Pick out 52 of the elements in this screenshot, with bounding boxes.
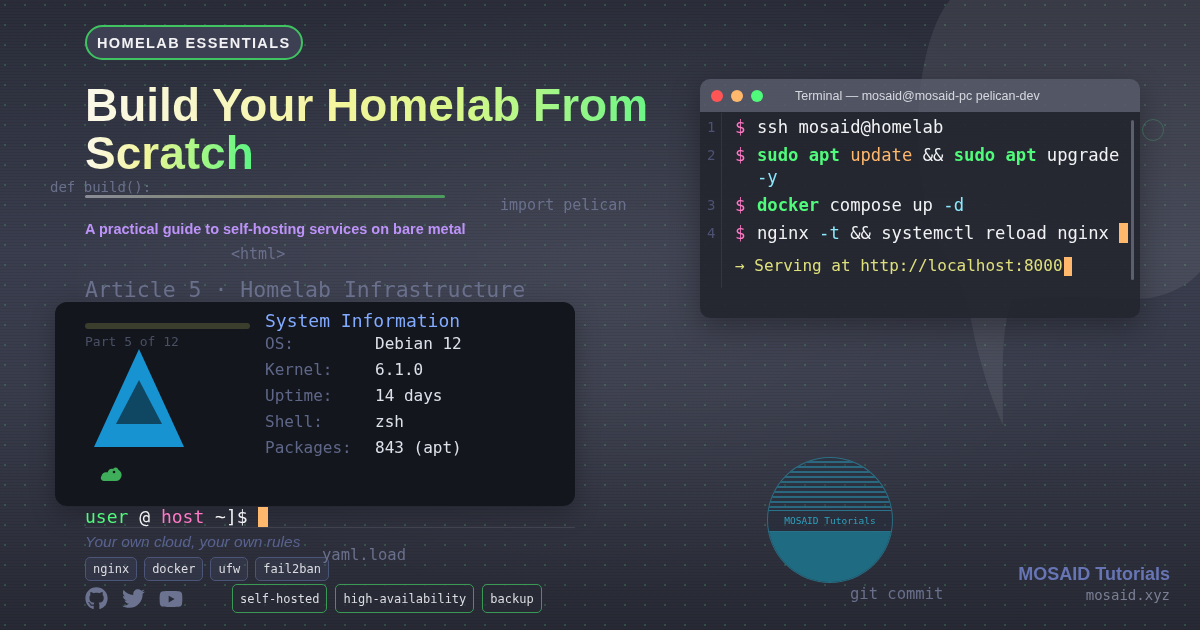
info-value: 6.1.0 bbox=[375, 359, 424, 381]
line-number: 4 bbox=[707, 225, 716, 241]
topic-tag: self-hosted bbox=[232, 584, 328, 613]
command-text: docker compose up -d bbox=[757, 195, 964, 215]
minimize-dot-icon[interactable] bbox=[731, 89, 743, 102]
faded-part-label: Part 5 of 12 bbox=[85, 334, 179, 349]
command-text: nginx -t && systemctl reload nginx bbox=[757, 223, 1109, 243]
cloud-icon bbox=[100, 465, 122, 481]
tagline: Your own cloud, your own rules bbox=[85, 533, 301, 551]
faded-article-title: Article 5 · Homelab Infrastructure bbox=[85, 278, 526, 302]
info-label: Packages: bbox=[265, 437, 352, 459]
scrollbar[interactable] bbox=[1131, 120, 1134, 280]
info-title: System Information bbox=[265, 311, 461, 331]
faded-code-text: def build(): bbox=[50, 179, 152, 195]
line-number: 3 bbox=[707, 197, 716, 213]
prompt-symbol: $ bbox=[735, 223, 746, 243]
command-text: ssh mosaid@homelab bbox=[757, 117, 944, 137]
info-value: Debian 12 bbox=[375, 333, 462, 355]
info-label: Kernel: bbox=[265, 359, 333, 381]
close-dot-icon[interactable] bbox=[711, 89, 723, 102]
twitter-icon[interactable] bbox=[122, 587, 145, 610]
info-value: zsh bbox=[375, 411, 404, 433]
faded-code-text: import pelican bbox=[500, 197, 627, 213]
tool-tag: docker bbox=[144, 557, 204, 581]
category-badge: HOMELAB ESSENTIALS bbox=[85, 25, 303, 60]
line-number: 2 bbox=[707, 147, 716, 163]
subtitle: A practical guide to self-hosting services on bare metal bbox=[85, 220, 466, 238]
info-label: Shell: bbox=[265, 411, 323, 433]
prompt-symbol: $ bbox=[735, 117, 746, 137]
maximize-dot-icon[interactable] bbox=[751, 89, 763, 102]
logo-text: MOSAID Tutorials bbox=[784, 515, 876, 527]
window-title: Terminal — mosaid@mosaid-pc pelican-dev bbox=[795, 88, 1040, 103]
info-value: 843 (apt) bbox=[375, 437, 462, 459]
brand-url[interactable]: mosaid.xyz bbox=[1085, 586, 1170, 604]
prompt-symbol: $ bbox=[735, 145, 746, 165]
brand-name: MOSAID Tutorials bbox=[1018, 564, 1170, 584]
tool-tag: nginx bbox=[85, 557, 138, 581]
shell-prompt: user @ host ~]$ bbox=[85, 508, 248, 526]
topic-tag: backup bbox=[482, 584, 542, 613]
faded-code-text: <html> bbox=[231, 246, 286, 262]
output-text: → Serving at http://localhost:8000 bbox=[735, 256, 1063, 276]
info-label: OS: bbox=[265, 333, 294, 355]
prompt-symbol: $ bbox=[735, 195, 746, 215]
topic-tag: high-availability bbox=[335, 584, 475, 613]
triangle-logo-icon bbox=[94, 349, 184, 447]
faded-code-text: git commit bbox=[850, 586, 944, 602]
info-value: 14 days bbox=[375, 385, 443, 407]
github-icon[interactable] bbox=[85, 587, 108, 610]
line-number: 1 bbox=[707, 119, 716, 135]
tool-tag: ufw bbox=[210, 557, 249, 581]
command-text: sudo apt update && sudo apt upgrade -y bbox=[757, 145, 1120, 187]
info-label: Uptime: bbox=[265, 385, 333, 407]
